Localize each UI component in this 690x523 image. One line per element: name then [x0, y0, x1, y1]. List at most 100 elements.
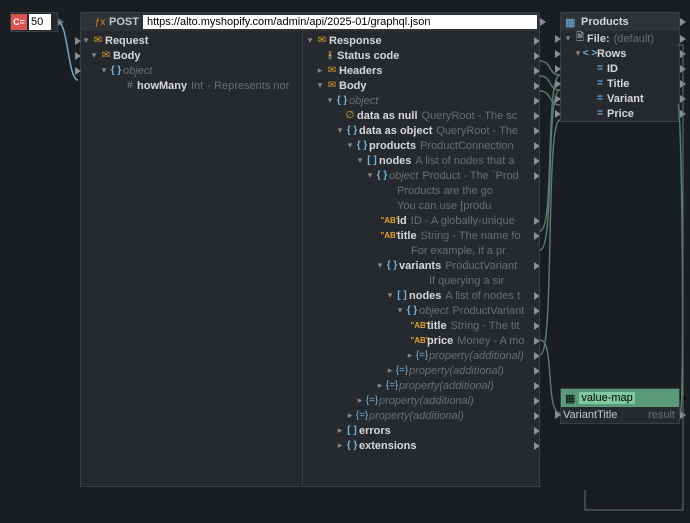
- expand-toggle[interactable]: [395, 305, 405, 316]
- tree-row[interactable]: 🗎 File: (default): [561, 31, 679, 46]
- tree-row[interactable]: { } object: [305, 93, 539, 108]
- constant-value-input[interactable]: [29, 14, 51, 30]
- expand-toggle[interactable]: [573, 48, 583, 59]
- tree-row[interactable]: 🚦 Status code: [305, 48, 539, 63]
- port-in-icon[interactable]: [75, 52, 81, 60]
- constant-node[interactable]: C=: [10, 12, 58, 32]
- tree-row[interactable]: [ ] errors: [305, 423, 539, 438]
- port-out-icon[interactable]: [534, 112, 539, 120]
- port-out-icon[interactable]: [534, 397, 539, 405]
- tree-row[interactable]: < > Rows: [561, 46, 679, 61]
- tree-row[interactable]: {=} property (additional): [305, 363, 539, 378]
- port-out-icon[interactable]: [534, 52, 539, 60]
- port-out-icon[interactable]: [534, 322, 539, 330]
- products-header[interactable]: ▦ Products: [561, 13, 679, 31]
- port-out-icon[interactable]: [534, 307, 539, 315]
- expand-toggle[interactable]: [99, 65, 109, 76]
- tree-row[interactable]: { } object Product - The `Prod: [305, 168, 539, 183]
- port-out-icon[interactable]: [680, 110, 686, 118]
- valuemap-header[interactable]: ▦ value-map: [561, 389, 679, 407]
- tree-row[interactable]: { } products ProductConnection: [305, 138, 539, 153]
- port-out-icon[interactable]: [534, 67, 539, 75]
- tree-row[interactable]: = Title: [561, 76, 679, 91]
- port-out-icon[interactable]: [58, 18, 64, 26]
- tree-row[interactable]: { } data as object QueryRoot - The: [305, 123, 539, 138]
- port-in-icon[interactable]: [75, 67, 81, 75]
- expand-toggle[interactable]: [335, 125, 345, 136]
- tree-row[interactable]: ∅ data as null QueryRoot - The sc: [305, 108, 539, 123]
- expand-toggle[interactable]: [335, 425, 345, 436]
- port-out-icon[interactable]: [534, 352, 539, 360]
- port-out-icon[interactable]: [680, 411, 686, 419]
- port-out-icon[interactable]: [534, 232, 539, 240]
- tree-row[interactable]: = Variant: [561, 91, 679, 106]
- tree-row[interactable]: = Price: [561, 106, 679, 121]
- tree-row[interactable]: ✉ Body: [83, 48, 302, 63]
- port-in-icon[interactable]: [555, 411, 561, 419]
- port-out-icon[interactable]: [680, 18, 686, 26]
- port-out-icon[interactable]: [680, 65, 686, 73]
- port-out-icon[interactable]: [534, 127, 539, 135]
- expand-toggle[interactable]: [405, 350, 415, 361]
- valuemap-row[interactable]: VariantTitle result: [561, 407, 679, 423]
- expand-toggle[interactable]: [385, 365, 395, 376]
- port-out-icon[interactable]: [680, 35, 686, 43]
- tree-row[interactable]: { } extensions: [305, 438, 539, 453]
- tree-row[interactable]: "AB" id ID - A globally-unique: [305, 213, 539, 228]
- port-out-icon[interactable]: [680, 95, 686, 103]
- expand-toggle[interactable]: [375, 260, 385, 271]
- port-out-icon[interactable]: [534, 382, 539, 390]
- tree-row[interactable]: [ ] nodes A list of nodes t: [305, 288, 539, 303]
- port-out-icon[interactable]: [540, 18, 546, 26]
- expand-toggle[interactable]: [385, 290, 395, 301]
- tree-row[interactable]: = ID: [561, 61, 679, 76]
- port-in-icon[interactable]: [555, 50, 561, 58]
- port-out-icon[interactable]: [534, 157, 539, 165]
- url-input[interactable]: [143, 15, 537, 29]
- tree-row[interactable]: { } object: [83, 63, 302, 78]
- tree-row[interactable]: "AB" price Money - A mo: [305, 333, 539, 348]
- tree-row[interactable]: { } variants ProductVariant: [305, 258, 539, 273]
- port-out-icon[interactable]: [534, 217, 539, 225]
- tree-row-howmany[interactable]: # howMany Int - Represents nor: [83, 78, 302, 93]
- port-in-icon[interactable]: [555, 35, 561, 43]
- expand-toggle[interactable]: [345, 140, 355, 151]
- expand-toggle[interactable]: [335, 440, 345, 451]
- expand-toggle[interactable]: [89, 50, 99, 61]
- port-in-icon[interactable]: [555, 95, 561, 103]
- tree-row[interactable]: "AB" title String - The tit: [305, 318, 539, 333]
- tree-row[interactable]: {=} property (additional): [305, 378, 539, 393]
- port-out-icon[interactable]: [534, 442, 539, 450]
- expand-toggle[interactable]: [365, 170, 375, 181]
- expand-toggle[interactable]: [315, 80, 325, 91]
- port-in-icon[interactable]: [555, 110, 561, 118]
- expand-toggle[interactable]: [355, 155, 365, 166]
- port-out-icon[interactable]: [680, 50, 686, 58]
- expand-toggle[interactable]: [81, 35, 91, 46]
- port-in-icon[interactable]: [555, 80, 561, 88]
- port-out-icon[interactable]: [534, 172, 539, 180]
- expand-toggle[interactable]: [315, 65, 325, 76]
- expand-toggle[interactable]: [563, 33, 573, 44]
- expand-toggle[interactable]: [325, 95, 335, 106]
- port-out-icon[interactable]: [534, 142, 539, 150]
- expand-toggle[interactable]: [375, 380, 385, 391]
- port-in-icon[interactable]: [555, 65, 561, 73]
- port-out-icon[interactable]: [534, 97, 539, 105]
- tree-row[interactable]: { } object ProductVariant: [305, 303, 539, 318]
- port-out-icon[interactable]: [534, 37, 539, 45]
- expand-toggle[interactable]: [355, 395, 365, 406]
- tree-row[interactable]: ✉ Headers: [305, 63, 539, 78]
- tree-row[interactable]: ✉ Request: [83, 33, 302, 48]
- tree-row[interactable]: {=} property (additional): [305, 393, 539, 408]
- port-out-icon[interactable]: [534, 262, 539, 270]
- port-out-icon[interactable]: [680, 80, 686, 88]
- tree-row[interactable]: ✉ Body: [305, 78, 539, 93]
- port-out-icon[interactable]: [534, 292, 539, 300]
- expand-toggle[interactable]: [305, 35, 315, 46]
- port-out-icon[interactable]: [680, 394, 686, 402]
- port-out-icon[interactable]: [534, 427, 539, 435]
- tree-row[interactable]: {=} property (additional): [305, 348, 539, 363]
- port-out-icon[interactable]: [534, 367, 539, 375]
- port-out-icon[interactable]: [534, 337, 539, 345]
